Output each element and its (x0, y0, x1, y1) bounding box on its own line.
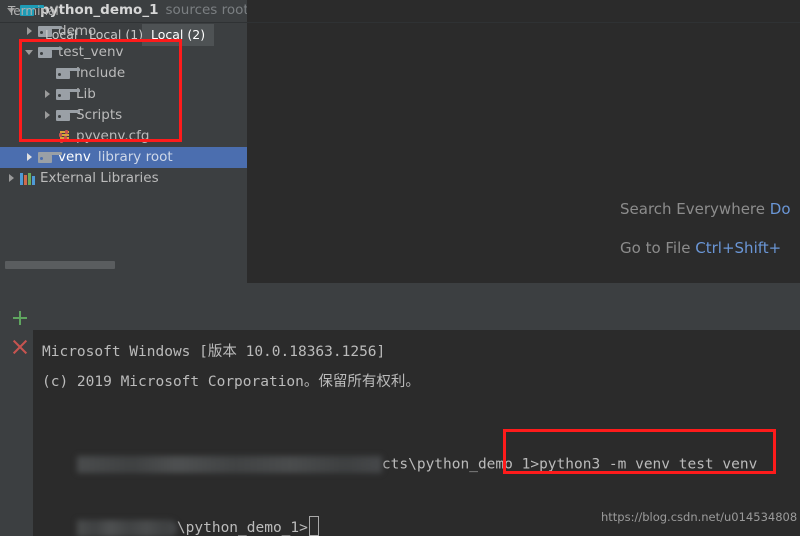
config-file-icon (55, 126, 72, 147)
hint-row-search-everywhere: Search Everywhere Do (620, 200, 800, 218)
terminal-tab-bar[interactable]: Local Local (1) Local (2) (0, 23, 800, 46)
chevron-right-icon[interactable] (42, 105, 55, 126)
project-tree-horizontal-scrollbar[interactable] (0, 259, 247, 270)
console-line-os-version: Microsoft Windows [版本 10.0.18363.1256] (42, 344, 386, 360)
folder-icon (55, 63, 80, 84)
tree-row-annotation: library root (97, 149, 173, 165)
hint-shortcut-label: Do (769, 200, 791, 218)
console-line-copyright: (c) 2019 Microsoft Corporation。保留所有权利。 (42, 374, 420, 390)
chevron-placeholder (42, 63, 55, 84)
books-icon (19, 168, 36, 189)
tree-row-external-libraries[interactable]: External Libraries (0, 168, 247, 189)
folder-icon (55, 105, 80, 126)
folder-icon (37, 147, 62, 168)
console-line-command: cts\python_demo_1>python3 -m venv test_v… (42, 440, 757, 489)
tab-local-2[interactable]: Local (2) (142, 24, 215, 46)
hint-row-go-to-file: Go to File Ctrl+Shift+ (620, 239, 800, 257)
tree-row-pyvenv-cfg[interactable]: pyvenv.cfg (0, 126, 247, 147)
tree-row-lib[interactable]: Lib (0, 84, 247, 105)
terminal-console[interactable]: Microsoft Windows [版本 10.0.18363.1256] (… (33, 330, 800, 536)
folder-icon (55, 84, 80, 105)
tree-row-label: pyvenv.cfg (76, 128, 150, 144)
scrollbar-thumb[interactable] (5, 261, 115, 269)
chevron-right-icon[interactable] (24, 147, 37, 168)
close-icon[interactable] (12, 339, 28, 355)
chevron-placeholder (42, 126, 55, 147)
tree-row-venv[interactable]: venv library root (0, 147, 247, 168)
console-prompt-path: \python_demo_1> (176, 520, 308, 536)
tab-local[interactable]: Local (36, 24, 86, 46)
console-prompt-path: cts\python_demo_1> (381, 456, 540, 473)
tree-row-label: External Libraries (40, 170, 159, 186)
editor-shortcut-hints: Search Everywhere Do Go to File Ctrl+Shi… (620, 200, 800, 278)
terminal-title-label: Terminal (8, 4, 59, 18)
redacted-path-block (76, 456, 382, 473)
console-command-text: python3 -m venv test_venv (539, 456, 758, 473)
console-line-prompt: \python_demo_1> (42, 500, 319, 536)
tree-row-annotation: sources root, (165, 2, 247, 18)
plus-icon[interactable] (12, 310, 28, 326)
watermark-label: https://blog.csdn.net/u014534808 (601, 510, 798, 524)
console-cursor (308, 516, 319, 536)
hint-shortcut-label: Ctrl+Shift+ (695, 239, 782, 257)
hint-action-label: Go to File (620, 239, 691, 257)
tree-row-scripts[interactable]: Scripts (0, 105, 247, 126)
redacted-path-block (76, 519, 177, 536)
chevron-right-icon[interactable] (42, 84, 55, 105)
tree-row-label: Include (76, 65, 126, 81)
tree-row-label: Lib (76, 86, 96, 102)
tree-row-label: venv (58, 149, 91, 165)
tree-row-include[interactable]: Include (0, 63, 247, 84)
tree-row-label: Scripts (76, 107, 123, 123)
hint-action-label: Search Everywhere (620, 200, 765, 218)
chevron-right-icon[interactable] (6, 168, 19, 189)
